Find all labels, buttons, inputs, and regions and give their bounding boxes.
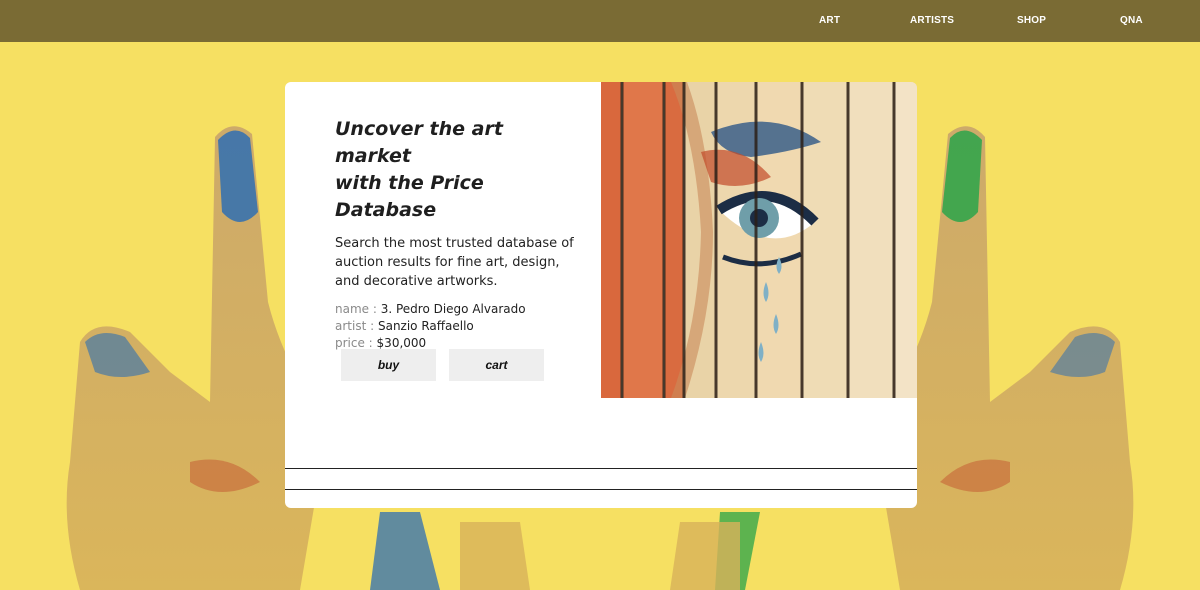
headline-line-1: Uncover the art market [335, 118, 503, 167]
artwork-artist-row: artist : Sanzio Raffaello [335, 318, 575, 335]
buy-button[interactable]: buy [341, 349, 436, 381]
headline-line-2: with the Price Database [335, 172, 484, 221]
artwork-card: Uncover the art market with the Price Da… [285, 82, 917, 508]
nav-item-shop[interactable]: SHOP [1017, 0, 1046, 42]
divider-line [285, 468, 917, 469]
nav-item-art[interactable]: ART [819, 0, 840, 42]
description: Search the most trusted database of auct… [335, 236, 574, 289]
name-label: name : [335, 302, 381, 316]
artist-label: artist : [335, 319, 378, 333]
cart-button[interactable]: cart [449, 349, 544, 381]
price-value: $30,000 [376, 336, 427, 350]
headline: Uncover the art market with the Price Da… [335, 116, 575, 224]
price-label: price : [335, 336, 377, 350]
name-value: 3. Pedro Diego Alvarado [380, 302, 526, 316]
artist-value: Sanzio Raffaello [377, 319, 474, 333]
divider-line [285, 489, 917, 490]
artwork-meta: name : 3. Pedro Diego Alvarado artist : … [335, 301, 575, 352]
nav-item-qna[interactable]: QNA [1120, 0, 1143, 42]
artwork-image [601, 82, 917, 398]
top-navigation: ART ARTISTS SHOP QNA [0, 0, 1200, 42]
artwork-name-row: name : 3. Pedro Diego Alvarado [335, 301, 575, 318]
nav-item-artists[interactable]: ARTISTS [910, 0, 954, 42]
card-text: Uncover the art market with the Price Da… [335, 116, 575, 352]
